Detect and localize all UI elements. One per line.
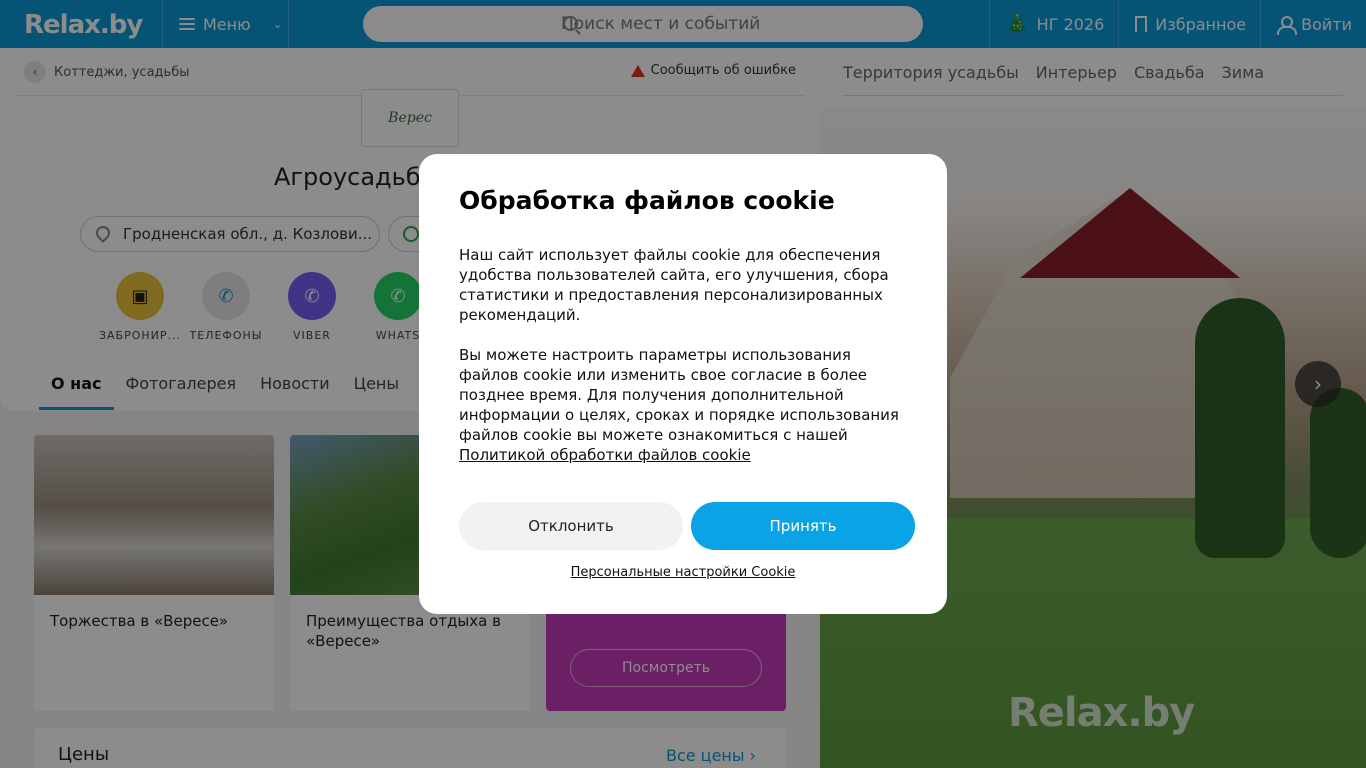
cookie-settings-link[interactable]: Персональные настройки Cookie: [419, 565, 947, 580]
accept-button[interactable]: Принять: [691, 502, 915, 550]
cookie-text-1: Наш сайт использует файлы cookie для обе…: [459, 246, 889, 324]
cookie-text-2: Вы можете настроить параметры использова…: [459, 345, 907, 465]
cookie-policy-link[interactable]: Политикой обработки файлов cookie: [459, 446, 751, 464]
cookie-title: Обработка файлов cookie: [459, 186, 835, 215]
cookie-dialog: Обработка файлов cookie Наш сайт использ…: [419, 154, 947, 614]
cookie-buttons: Отклонить Принять: [459, 502, 915, 550]
cookie-text-2-body: Вы можете настроить параметры использова…: [459, 346, 899, 444]
decline-button[interactable]: Отклонить: [459, 502, 683, 550]
